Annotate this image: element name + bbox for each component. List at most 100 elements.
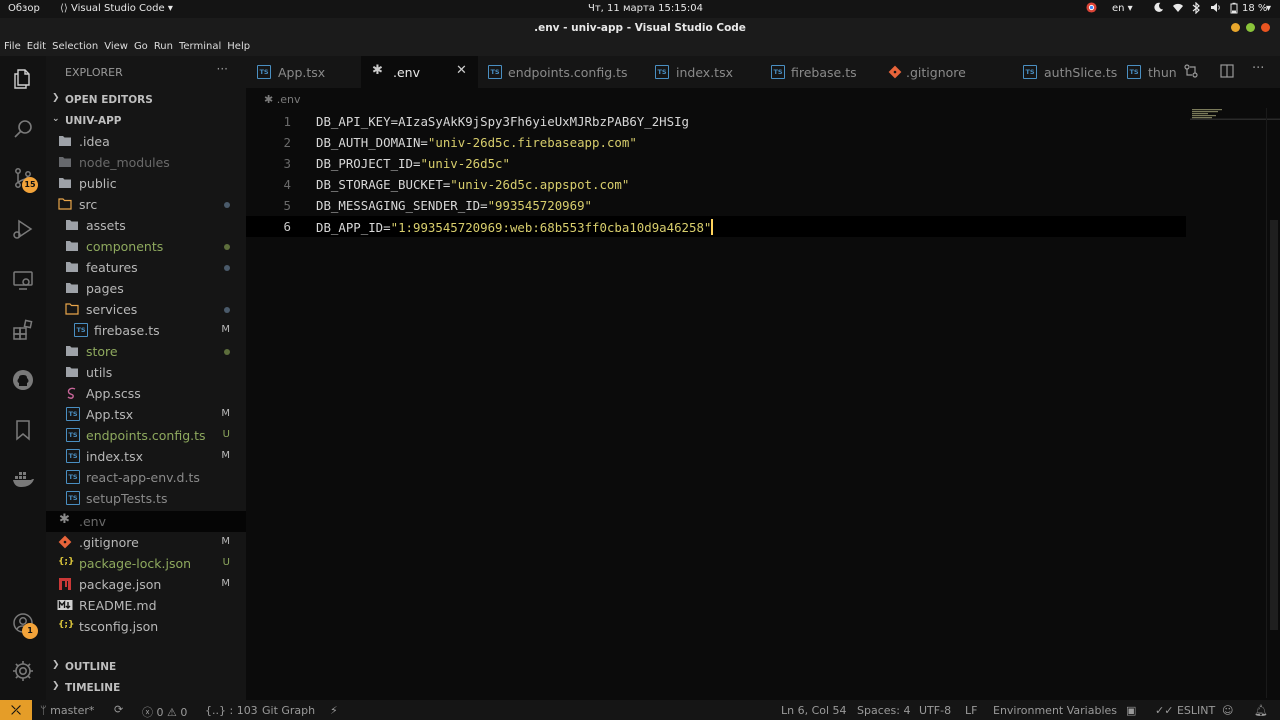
chrome-indicator-icon[interactable] <box>1086 2 1097 14</box>
explorer-more-actions[interactable]: ··· <box>217 62 228 76</box>
explorer-icon[interactable] <box>11 67 35 91</box>
tree-file-tsconfig[interactable]: {;} tsconfig.json <box>46 616 246 637</box>
end-of-line[interactable]: LF <box>965 704 977 717</box>
tab-app-tsx[interactable]: TS App.tsx <box>246 56 361 88</box>
editor-pane[interactable]: ✱ .env 1 DB_API_KEY=AIzaSyAkK9jSpy3Fh6yi… <box>246 88 1280 700</box>
notifications-bell-icon[interactable]: 🔔︎ <box>1254 704 1268 717</box>
tree-file-env[interactable]: ✱ .env <box>46 511 246 532</box>
tree-folder-components[interactable]: components <box>46 236 246 257</box>
tree-folder-src[interactable]: src <box>46 194 246 215</box>
tab-authslice-ts[interactable]: TS authSlice.ts <box>1013 56 1117 88</box>
tree-file-index-tsx[interactable]: TS index.tsx M <box>46 446 246 467</box>
docker-icon[interactable] <box>11 467 35 491</box>
tree-file-react-app-env[interactable]: TS react-app-env.d.ts <box>46 467 246 488</box>
sync-icon[interactable]: ⟳ <box>114 703 123 716</box>
code-line[interactable]: 5 DB_MESSAGING_SENDER_ID="993545720969" <box>246 195 1186 216</box>
outline-section[interactable]: ❯ OUTLINE <box>46 657 246 677</box>
open-editors-section[interactable]: ❯ OPEN EDITORS <box>46 90 246 110</box>
cursor-position[interactable]: Ln 6, Col 54 <box>781 704 847 717</box>
feedback-icon[interactable]: ▣ <box>1126 704 1136 717</box>
tab-thunks[interactable]: TS thun <box>1117 56 1180 88</box>
tree-file-app-tsx[interactable]: TS App.tsx M <box>46 404 246 425</box>
tweet-feedback-icon[interactable]: ☺ <box>1222 704 1233 717</box>
tree-folder-features[interactable]: features <box>46 257 246 278</box>
bookmark-icon[interactable] <box>11 418 35 442</box>
tab-firebase-ts[interactable]: TS firebase.ts <box>761 56 878 88</box>
menu-file[interactable]: File <box>4 41 21 52</box>
menu-selection[interactable]: Selection <box>52 41 98 52</box>
tree-folder-public[interactable]: public <box>46 173 246 194</box>
menu-go[interactable]: Go <box>134 41 148 52</box>
tree-file-gitignore[interactable]: .gitignore M <box>46 532 246 553</box>
tab-gitignore[interactable]: .gitignore <box>878 56 1013 88</box>
code-line[interactable]: 2 DB_AUTH_DOMAIN="univ-26d5c.firebaseapp… <box>246 132 1186 153</box>
compare-icon[interactable] <box>1184 64 1198 82</box>
activities-button[interactable]: Обзор <box>8 3 40 14</box>
wifi-icon[interactable] <box>1172 2 1184 14</box>
tab-index-tsx[interactable]: TS index.tsx <box>646 56 761 88</box>
tree-folder-assets[interactable]: assets <box>46 215 246 236</box>
close-tab-icon[interactable]: ✕ <box>456 63 467 78</box>
tree-folder-store[interactable]: store <box>46 341 246 362</box>
settings-gear-icon[interactable] <box>11 659 35 683</box>
clock[interactable]: Чт, 11 марта 15:15:04 <box>588 3 703 14</box>
remote-indicator-icon[interactable]: ⤫ <box>0 700 32 720</box>
more-actions-icon[interactable]: ··· <box>1252 61 1264 76</box>
tree-folder-utils[interactable]: utils <box>46 362 246 383</box>
current-code-line[interactable]: 6 DB_APP_ID="1:993545720969:web:68b553ff… <box>246 216 1186 237</box>
menu-edit[interactable]: Edit <box>27 41 46 52</box>
modified-dot <box>224 202 230 208</box>
bracket-count[interactable]: {..} : 103 <box>205 704 258 717</box>
tab-env[interactable]: ✱ .env ✕ <box>361 56 478 88</box>
encoding[interactable]: UTF-8 <box>919 704 951 717</box>
tree-folder-pages[interactable]: pages <box>46 278 246 299</box>
tree-file-package-lock[interactable]: {;} package-lock.json U <box>46 553 246 574</box>
bluetooth-icon[interactable] <box>1192 1 1201 15</box>
tree-file-readme[interactable]: README.md <box>46 595 246 616</box>
project-section[interactable]: ⌄ UNIV-APP <box>46 111 246 131</box>
tab-endpoints-config[interactable]: TS endpoints.config.ts <box>478 56 646 88</box>
eslint-status[interactable]: ✓✓ ESLINT <box>1155 704 1215 717</box>
remote-explorer-icon[interactable] <box>11 268 35 292</box>
tree-file-app-scss[interactable]: App.scss <box>46 383 246 404</box>
tree-file-firebase-ts[interactable]: TS firebase.ts M <box>46 320 246 341</box>
tree-folder-node-modules[interactable]: node_modules <box>46 152 246 173</box>
search-icon[interactable] <box>11 117 35 141</box>
github-icon[interactable] <box>11 368 35 392</box>
tree-folder-idea[interactable]: .idea <box>46 131 246 152</box>
scrollbar-thumb[interactable] <box>1270 220 1278 630</box>
tree-file-package-json[interactable]: package.json M <box>46 574 246 595</box>
menu-view[interactable]: View <box>104 41 128 52</box>
git-graph-button[interactable]: Git Graph <box>262 704 315 717</box>
language-mode[interactable]: Environment Variables <box>993 704 1117 717</box>
indentation[interactable]: Spaces: 4 <box>857 704 910 717</box>
night-light-icon[interactable] <box>1153 2 1164 14</box>
code-line[interactable]: 1 DB_API_KEY=AIzaSyAkK9jSpy3Fh6yieUxMJRb… <box>246 111 1186 132</box>
run-debug-icon[interactable] <box>11 217 35 241</box>
menu-run[interactable]: Run <box>154 41 173 52</box>
npm-file-icon <box>59 578 71 590</box>
split-editor-icon[interactable] <box>1220 64 1234 82</box>
system-menu-caret[interactable]: ▾ <box>1266 3 1271 14</box>
vertical-scrollbar[interactable] <box>1266 108 1280 698</box>
menu-help[interactable]: Help <box>227 41 250 52</box>
extensions-icon[interactable] <box>11 318 35 342</box>
tree-folder-services[interactable]: services <box>46 299 246 320</box>
language-indicator[interactable]: en ▾ <box>1112 3 1133 14</box>
app-menu[interactable]: ⟨⟩ Visual Studio Code ▾ <box>60 3 173 14</box>
tree-file-setup-tests[interactable]: TS setupTests.ts <box>46 488 246 509</box>
code-line[interactable]: 3 DB_PROJECT_ID="univ-26d5c" <box>246 153 1186 174</box>
tree-file-endpoints-config-ts[interactable]: TS endpoints.config.ts U <box>46 425 246 446</box>
minimize-button[interactable] <box>1231 23 1240 32</box>
volume-icon[interactable] <box>1210 2 1222 14</box>
battery-icon[interactable] <box>1228 2 1240 14</box>
close-window-button[interactable] <box>1261 23 1270 32</box>
breadcrumb[interactable]: ✱ .env <box>264 93 300 106</box>
maximize-button[interactable] <box>1246 23 1255 32</box>
live-share-icon[interactable]: ⚡ <box>330 704 338 717</box>
code-line[interactable]: 4 DB_STORAGE_BUCKET="univ-26d5c.appspot.… <box>246 174 1186 195</box>
branch-indicator[interactable]: ᛘ master* <box>40 704 94 717</box>
timeline-section[interactable]: ❯ TIMELINE <box>46 678 246 698</box>
problems-indicator[interactable]: ⓧ 0 ⚠ 0 <box>142 704 187 720</box>
menu-terminal[interactable]: Terminal <box>179 41 221 52</box>
